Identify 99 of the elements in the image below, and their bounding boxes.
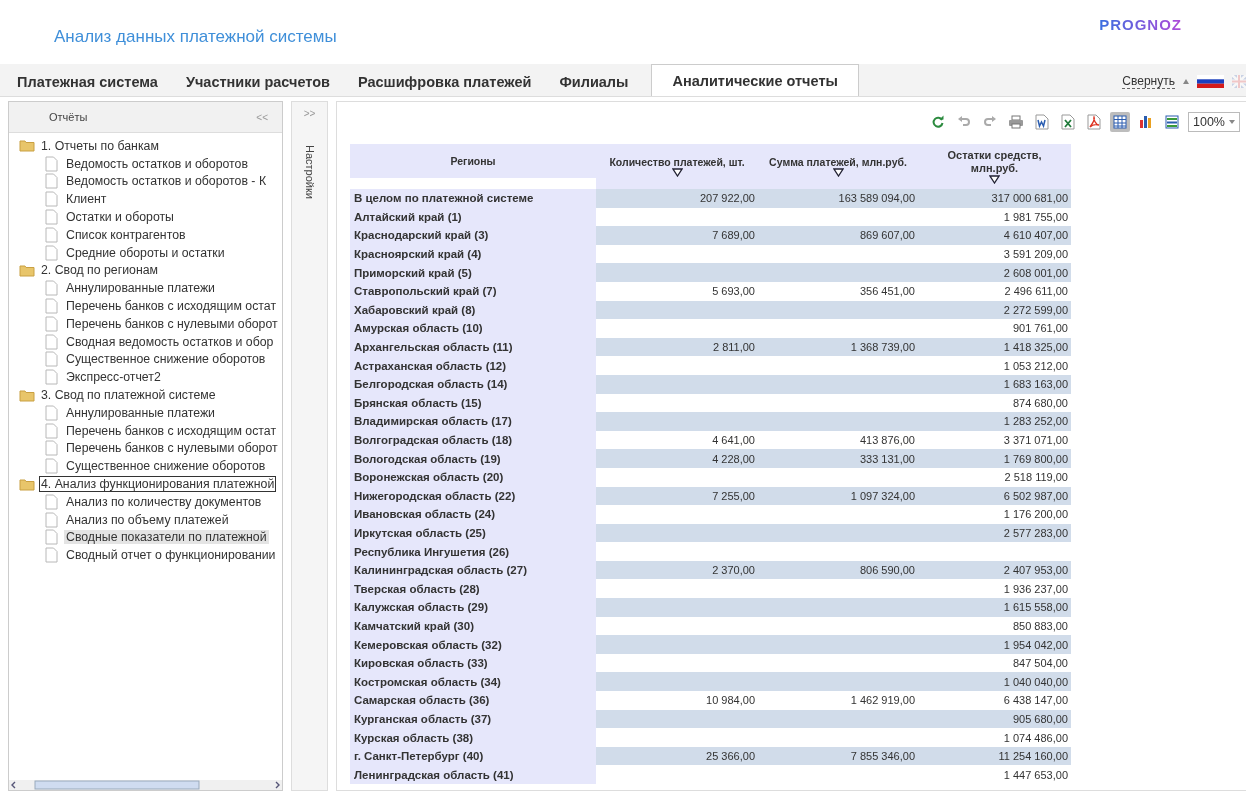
document-icon <box>45 333 58 350</box>
region-cell: Приморский край (5) <box>350 263 596 282</box>
document-icon <box>45 209 58 226</box>
sort-icon[interactable] <box>832 168 844 178</box>
collapse-link[interactable]: Свернуть <box>1122 73 1175 89</box>
tree-item[interactable]: Существенное снижение оборотов <box>64 459 268 474</box>
table-cell: 1 769 800,00 <box>918 449 1071 468</box>
document-icon <box>45 511 58 528</box>
region-cell: Владимирская область (17) <box>350 412 596 431</box>
tree-item[interactable]: Экспресс-отчет2 <box>64 370 163 385</box>
document-icon <box>45 547 58 564</box>
document-icon <box>45 173 58 190</box>
region-cell: Республика Ингушетия (26) <box>350 542 596 561</box>
region-cell: Калужская область (29) <box>350 598 596 617</box>
region-cell: Ивановская область (24) <box>350 505 596 524</box>
dropdown-arrow-icon <box>1229 120 1235 124</box>
region-cell: Кемеровская область (32) <box>350 635 596 654</box>
tree-item[interactable]: Сводный отчет о функционировании <box>64 548 278 563</box>
document-icon <box>45 226 58 243</box>
table-cell: 2 608 001,00 <box>918 263 1071 282</box>
document-icon <box>45 280 58 297</box>
tree-item[interactable]: Ведомость остатков и оборотов <box>64 156 250 171</box>
zoom-dropdown[interactable]: 100% <box>1188 112 1240 132</box>
region-cell: Ленинградская область (41) <box>350 765 596 784</box>
tree-item[interactable]: Остатки и обороты <box>64 210 176 225</box>
region-cell: Самарская область (36) <box>350 691 596 710</box>
sort-icon[interactable] <box>671 168 683 178</box>
table-cell: 869 607,00 <box>758 226 918 245</box>
tab[interactable]: Участники расчетов <box>172 66 343 96</box>
table-cell: 7 689,00 <box>596 226 758 245</box>
document-icon <box>45 315 58 332</box>
document-icon <box>45 369 58 386</box>
document-icon <box>45 191 58 208</box>
sort-icon[interactable] <box>989 174 1000 184</box>
table-cell: 333 131,00 <box>758 449 918 468</box>
tree-item[interactable]: Клиент <box>64 192 109 207</box>
region-cell: Краснодарский край (3) <box>350 226 596 245</box>
region-cell: Курская область (38) <box>350 728 596 747</box>
table-cell: 163 589 094,00 <box>758 189 918 208</box>
tab[interactable]: Филиалы <box>546 66 642 96</box>
table-cell: 1 615 558,00 <box>918 598 1071 617</box>
tab[interactable]: Платежная система <box>4 66 171 96</box>
table-cell: 1 283 252,00 <box>918 412 1071 431</box>
folder-icon <box>19 388 35 402</box>
tree-item[interactable]: Список контрагентов <box>64 227 188 242</box>
tree-item[interactable]: Анализ по количеству документов <box>64 494 264 509</box>
table-cell: 207 922,00 <box>596 189 758 208</box>
tree-item[interactable]: Сводные показатели по платежной <box>64 530 269 545</box>
region-cell: Вологодская область (19) <box>350 449 596 468</box>
tree-folder[interactable]: 4. Анализ функционирования платежной <box>39 476 277 493</box>
table-cell: 1 954 042,00 <box>918 635 1071 654</box>
folder-icon <box>19 263 35 277</box>
region-cell: Костромская область (34) <box>350 672 596 692</box>
region-cell: Астраханская область (12) <box>350 356 596 375</box>
folder-icon <box>19 139 35 153</box>
tree-item[interactable]: Существенное снижение оборотов <box>64 352 268 367</box>
tree-folder[interactable]: 2. Свод по регионам <box>39 262 160 279</box>
region-cell: Тверская область (28) <box>350 579 596 599</box>
tree-item[interactable]: Перечень банков с нулевыми оборот <box>64 441 280 456</box>
document-icon <box>45 529 58 546</box>
table-cell: 317 000 681,00 <box>918 189 1071 208</box>
tree-item[interactable]: Перечень банков с исходящим остат <box>64 423 279 438</box>
region-cell: Амурская область (10) <box>350 319 596 338</box>
russian-flag-icon[interactable] <box>1197 74 1224 88</box>
document-icon <box>45 298 58 315</box>
horizontal-scrollbar[interactable] <box>9 780 282 790</box>
document-icon <box>45 493 58 510</box>
document-icon <box>45 440 58 457</box>
table-cell: 4 610 407,00 <box>918 226 1071 245</box>
column-header[interactable]: Сумма платежей, млн.руб. <box>758 144 918 189</box>
tree-item[interactable]: Аннулированные платежи <box>64 405 217 420</box>
column-header[interactable]: Остатки средств, млн.руб. <box>918 144 1071 189</box>
column-header: Регионы <box>350 144 596 178</box>
settings-label[interactable]: Настройки <box>303 145 316 199</box>
document-icon <box>45 351 58 368</box>
tab[interactable]: Расшифровка платежей <box>345 66 545 96</box>
tree-item[interactable]: Сводная ведомость остатков и обор <box>64 334 276 349</box>
tree-folder[interactable]: 1. Отчеты по банкам <box>39 137 161 154</box>
tree-item[interactable]: Ведомость остатков и оборотов - К <box>64 174 269 189</box>
caret-icon <box>1183 78 1189 84</box>
column-header[interactable]: Количество платежей, шт. <box>596 144 758 189</box>
tree-item[interactable]: Анализ по объему платежей <box>64 512 231 527</box>
folder-icon <box>19 477 35 491</box>
panel-title: Отчёты <box>49 111 88 123</box>
table-cell: 4 228,00 <box>596 449 758 468</box>
region-cell: В целом по платежной системе <box>350 189 596 208</box>
tree-item[interactable]: Средние обороты и остатки <box>64 245 227 260</box>
document-icon <box>45 422 58 439</box>
tree-item[interactable]: Перечень банков с нулевыми оборот <box>64 316 280 331</box>
tree-item[interactable]: Перечень банков с исходящим остат <box>64 299 279 314</box>
document-icon <box>45 244 58 261</box>
table-cell: 1 040 040,00 <box>918 672 1071 692</box>
document-icon <box>45 404 58 421</box>
tree-folder[interactable]: 3. Свод по платежной системе <box>39 387 218 404</box>
document-icon <box>45 155 58 172</box>
document-icon <box>45 458 58 475</box>
tree-item[interactable]: Аннулированные платежи <box>64 281 217 296</box>
tab[interactable]: Аналитические отчеты <box>651 64 859 96</box>
app-title: Анализ данных платежной системы <box>54 27 337 47</box>
